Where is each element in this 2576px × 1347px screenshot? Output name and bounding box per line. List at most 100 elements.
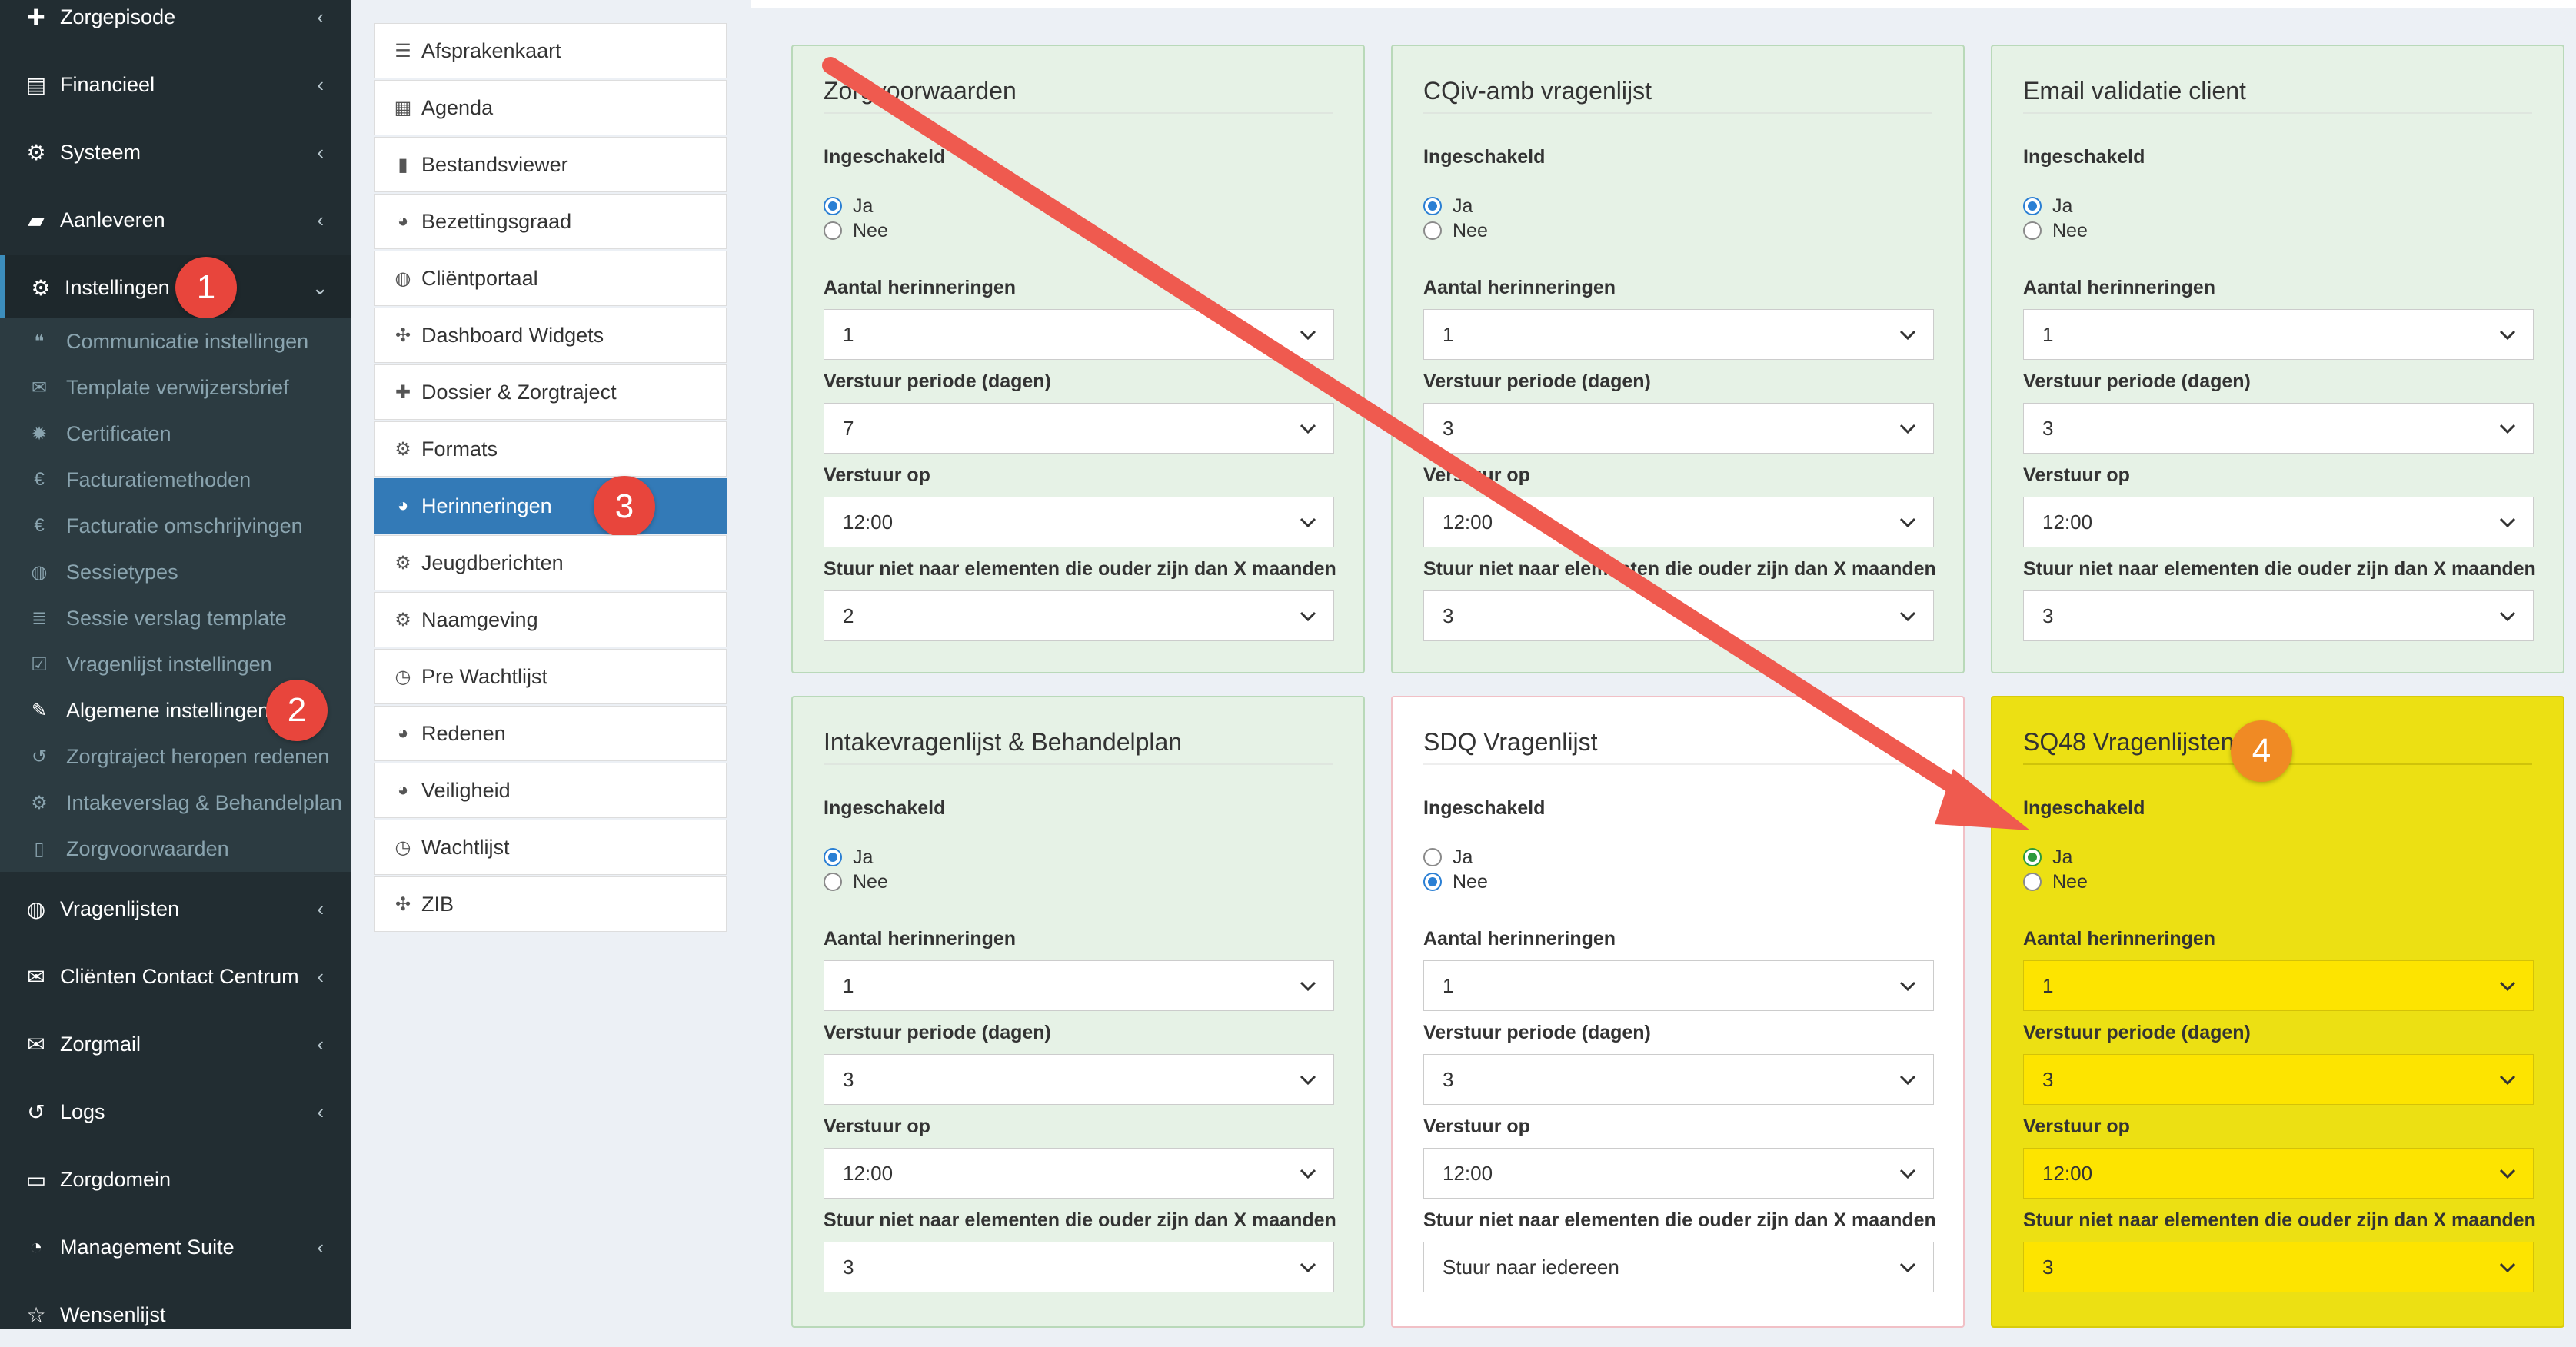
submenu-item-sessie-verslag-template[interactable]: ≣ Sessie verslag template <box>0 595 351 641</box>
radio-button[interactable] <box>2023 221 2042 240</box>
sidebar-item-zorgmail[interactable]: ✉ Zorgmail ‹ <box>0 1012 351 1076</box>
settings-item-herinneringen[interactable]: ◕ Herinneringen 3 <box>374 476 727 537</box>
radio-no[interactable]: Nee <box>1423 870 1488 894</box>
select-period[interactable]: 3 <box>2023 1054 2534 1105</box>
submenu-item-zorgvoorwaarden[interactable]: ▯ Zorgvoorwaarden <box>0 826 351 872</box>
settings-item-zib[interactable]: ✣ ZIB <box>374 876 727 932</box>
submenu-item-intakeverslag-behandelplan[interactable]: ⚙ Intakeverslag & Behandelplan <box>0 780 351 826</box>
select-max_age[interactable]: 2 <box>824 590 1334 641</box>
sidebar-item-management-suite[interactable]: ◔ Management Suite ‹ <box>0 1215 351 1279</box>
radio-no[interactable]: Nee <box>2023 218 2088 243</box>
settings-item-jeugdberichten[interactable]: ⚙ Jeugdberichten <box>374 535 727 590</box>
radio-button[interactable] <box>824 221 842 240</box>
select-reminders[interactable]: 1 <box>2023 960 2534 1011</box>
select-send_at[interactable]: 12:00 <box>1423 1148 1934 1199</box>
select-period[interactable]: 7 <box>824 403 1334 454</box>
radio-yes[interactable]: Ja <box>824 194 873 218</box>
submenu-item-template-verwijzersbrief[interactable]: ✉ Template verwijzersbrief <box>0 364 351 411</box>
sidebar-item-aanleveren[interactable]: ▰ Aanleveren ‹ <box>0 188 351 252</box>
select-send_at[interactable]: 12:00 <box>824 497 1334 547</box>
select-value: 3 <box>1443 1067 1454 1091</box>
radio-yes[interactable]: Ja <box>1423 194 1473 218</box>
submenu-item-zorgtraject-heropen-redenen[interactable]: ↺ Zorgtraject heropen redenen <box>0 733 351 780</box>
sidebar-item-financieel[interactable]: ▤ Financieel ‹ <box>0 52 351 117</box>
field-label-send_at: Verstuur op <box>824 1116 930 1137</box>
settings-item-formats[interactable]: ⚙ Formats <box>374 421 727 477</box>
settings-item-dashboard-widgets[interactable]: ✣ Dashboard Widgets <box>374 308 727 363</box>
submenu-item-facturatie-omschrijvingen[interactable]: € Facturatie omschrijvingen <box>0 503 351 549</box>
radio-no[interactable]: Nee <box>824 870 888 894</box>
radio-button[interactable] <box>2023 197 2042 215</box>
sidebar-item-zorgepisode[interactable]: ✚ Zorgepisode ‹ <box>0 0 351 49</box>
sidebar-item-systeem[interactable]: ⚙ Systeem ‹ <box>0 120 351 185</box>
radio-button[interactable] <box>1423 221 1442 240</box>
select-max_age[interactable]: Stuur naar iedereen <box>1423 1242 1934 1292</box>
radio-no[interactable]: Nee <box>1423 218 1488 243</box>
radio-button[interactable] <box>2023 873 2042 891</box>
radio-button[interactable] <box>1423 848 1442 866</box>
select-period[interactable]: 3 <box>824 1054 1334 1105</box>
settings-item-veiligheid[interactable]: ◕ Veiligheid <box>374 763 727 818</box>
radio-button[interactable] <box>2023 848 2042 866</box>
sidebar-item-label: Systeem <box>60 140 141 164</box>
radio-button[interactable] <box>1423 873 1442 891</box>
chevron-left-icon: ‹ <box>317 5 324 28</box>
submenu-item-label: Algemene instellingen <box>66 698 270 722</box>
settings-item-bezettingsgraad[interactable]: ◕ Bezettingsgraad <box>374 194 727 249</box>
select-reminders[interactable]: 1 <box>1423 960 1934 1011</box>
settings-item-afsprakenkaart[interactable]: ☰ Afsprakenkaart <box>374 23 727 78</box>
radio-yes[interactable]: Ja <box>2023 845 2072 870</box>
select-send_at[interactable]: 12:00 <box>824 1148 1334 1199</box>
sidebar-item-vragenlijsten[interactable]: ◍ Vragenlijsten ‹ <box>0 876 351 941</box>
settings-item-wachtlijst[interactable]: ◷ Wachtlijst <box>374 820 727 875</box>
radio-button[interactable] <box>1423 197 1442 215</box>
chevron-down-icon <box>1896 417 1919 441</box>
select-reminders[interactable]: 1 <box>2023 309 2534 360</box>
settings-item-redenen[interactable]: ◕ Redenen <box>374 706 727 761</box>
submenu-item-certificaten[interactable]: ✹ Certificaten <box>0 411 351 457</box>
chevron-down-icon <box>1896 324 1919 347</box>
settings-item-clientportaal[interactable]: ◍ Cliëntportaal <box>374 251 727 306</box>
sidebar-item-instellingen[interactable]: ⚙ Instellingen ⌄ 1 <box>0 255 356 320</box>
select-period[interactable]: 3 <box>1423 403 1934 454</box>
select-reminders[interactable]: 1 <box>824 309 1334 360</box>
radio-button[interactable] <box>824 197 842 215</box>
field-label-period: Verstuur periode (dagen) <box>824 1022 1051 1043</box>
settings-item-bestandsviewer[interactable]: ▮ Bestandsviewer <box>374 137 727 192</box>
settings-item-pre-wachtlijst[interactable]: ◷ Pre Wachtlijst <box>374 649 727 704</box>
submenu-item-communicatie-instellingen[interactable]: ❝ Communicatie instellingen <box>0 318 351 364</box>
sidebar-item-zorgdomein[interactable]: ▭ Zorgdomein <box>0 1147 351 1212</box>
settings-item-agenda[interactable]: ▦ Agenda <box>374 80 727 135</box>
select-period[interactable]: 3 <box>1423 1054 1934 1105</box>
submenu-item-facturatiemethoden[interactable]: € Facturatiemethoden <box>0 457 351 503</box>
radio-button[interactable] <box>824 848 842 866</box>
radio-no[interactable]: Nee <box>824 218 888 243</box>
select-reminders[interactable]: 1 <box>824 960 1334 1011</box>
select-max_age[interactable]: 3 <box>1423 590 1934 641</box>
radio-yes[interactable]: Ja <box>824 845 873 870</box>
select-max_age[interactable]: 3 <box>2023 1242 2534 1292</box>
select-send_at[interactable]: 12:00 <box>2023 1148 2534 1199</box>
sidebar-item-logs[interactable]: ↺ Logs ‹ <box>0 1079 351 1144</box>
radio-label: Nee <box>1453 870 1488 893</box>
select-send_at[interactable]: 12:00 <box>1423 497 1934 547</box>
select-max_age[interactable]: 3 <box>2023 590 2534 641</box>
reminder-panel-sdq-vragenlijst: SDQ Vragenlijst Ingeschakeld Ja Nee Aantal h… <box>1391 696 1965 1328</box>
settings-item-dossier-zorgtraject[interactable]: ✚ Dossier & Zorgtraject <box>374 364 727 420</box>
sidebar-item-clienten-contact-centrum[interactable]: ✉ Cliënten Contact Centrum ‹ <box>0 944 351 1009</box>
submenu-item-algemene-instellingen[interactable]: ✎ Algemene instellingen 2 <box>0 680 351 741</box>
select-period[interactable]: 3 <box>2023 403 2534 454</box>
radio-label: Nee <box>2052 219 2088 241</box>
sidebar-item-wensenlijst[interactable]: ☆ Wensenlijst <box>0 1282 351 1347</box>
radio-button[interactable] <box>824 873 842 891</box>
sidebar-item-label: Zorgepisode <box>60 5 176 28</box>
submenu-item-sessietypes[interactable]: ◍ Sessietypes <box>0 549 351 595</box>
radio-no[interactable]: Nee <box>2023 870 2088 894</box>
reminder-panel-sq48-vragenlijsten: SQ48 Vragenlijsten Ingeschakeld Ja Nee Aanta… <box>1991 696 2564 1328</box>
settings-item-naamgeving[interactable]: ⚙ Naamgeving <box>374 592 727 647</box>
select-send_at[interactable]: 12:00 <box>2023 497 2534 547</box>
select-max_age[interactable]: 3 <box>824 1242 1334 1292</box>
radio-yes[interactable]: Ja <box>1423 845 1473 870</box>
radio-yes[interactable]: Ja <box>2023 194 2072 218</box>
select-reminders[interactable]: 1 <box>1423 309 1934 360</box>
